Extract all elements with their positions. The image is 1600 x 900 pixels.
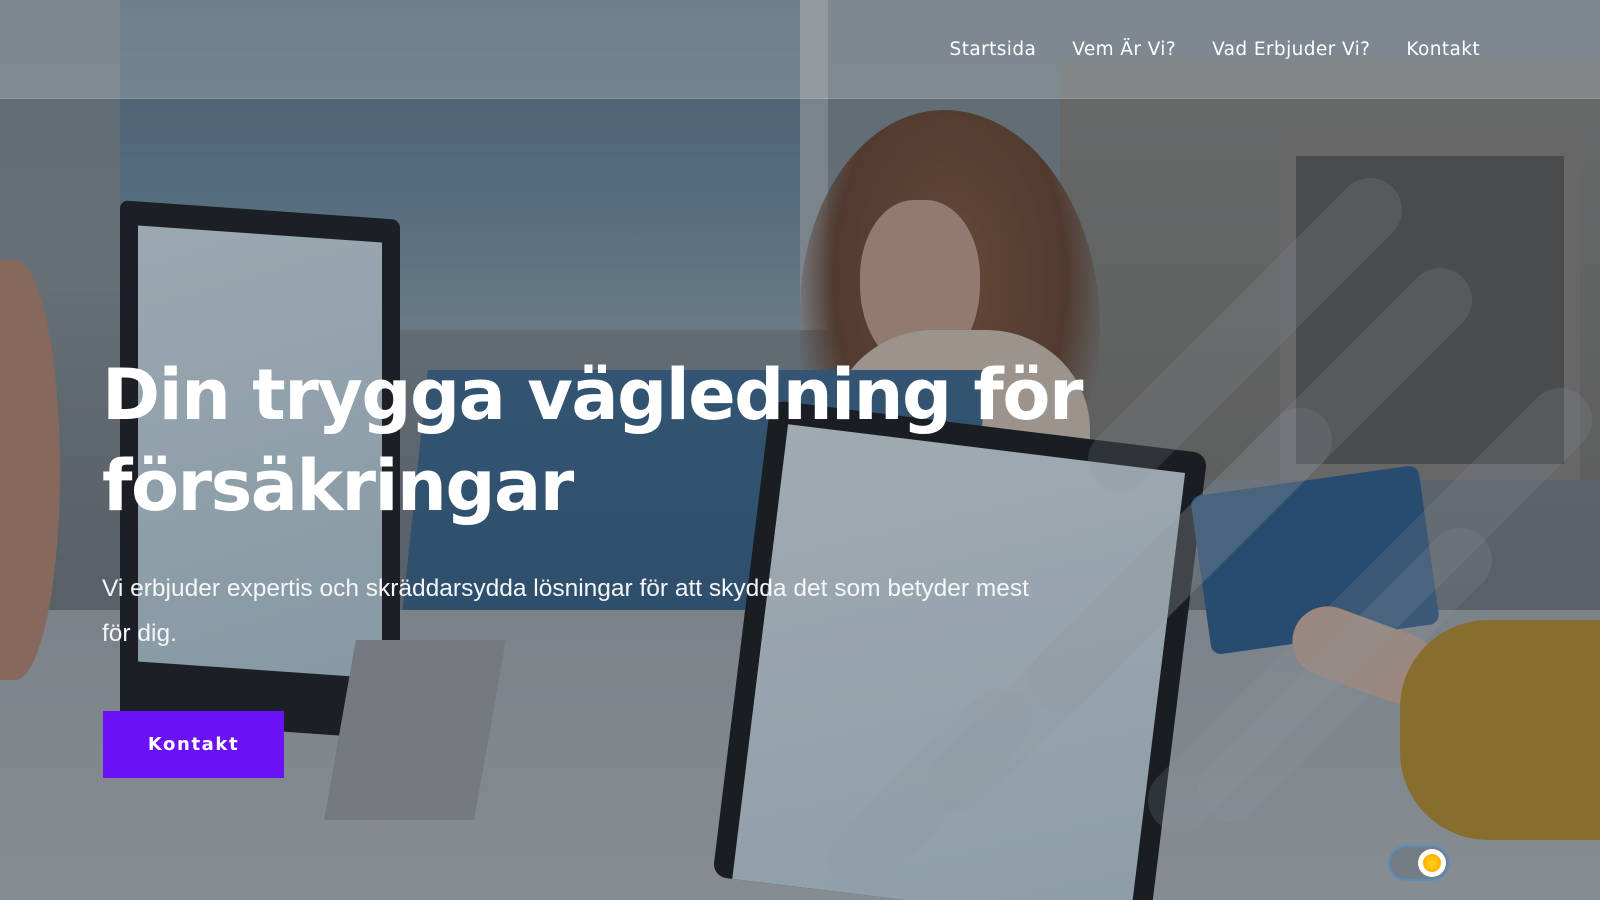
- theme-toggle[interactable]: [1388, 845, 1450, 881]
- hero-title-line-1: Din trygga vägledning för: [102, 354, 1084, 436]
- kontakt-button[interactable]: Kontakt: [103, 711, 284, 778]
- nav-item-startsida[interactable]: Startsida: [950, 39, 1037, 60]
- nav-item-kontakt[interactable]: Kontakt: [1406, 39, 1480, 60]
- nav-item-vem-ar-vi[interactable]: Vem Är Vi?: [1072, 39, 1176, 60]
- site-header: Startsida Vem Är Vi? Vad Erbjuder Vi? Ko…: [0, 0, 1600, 99]
- hero-title: Din trygga vägledning för försäkringar: [102, 350, 1102, 532]
- main-nav: Startsida Vem Är Vi? Vad Erbjuder Vi? Ko…: [950, 0, 1480, 98]
- nav-item-vad-erbjuder-vi[interactable]: Vad Erbjuder Vi?: [1212, 39, 1370, 60]
- sun-icon: [1423, 854, 1441, 872]
- hero-subtitle: Vi erbjuder expertis och skräddarsydda l…: [102, 575, 1029, 647]
- hero-section: Din trygga vägledning för försäkringar V…: [102, 350, 1102, 656]
- toggle-knob: [1418, 849, 1446, 877]
- hero-title-line-2: försäkringar: [102, 445, 574, 527]
